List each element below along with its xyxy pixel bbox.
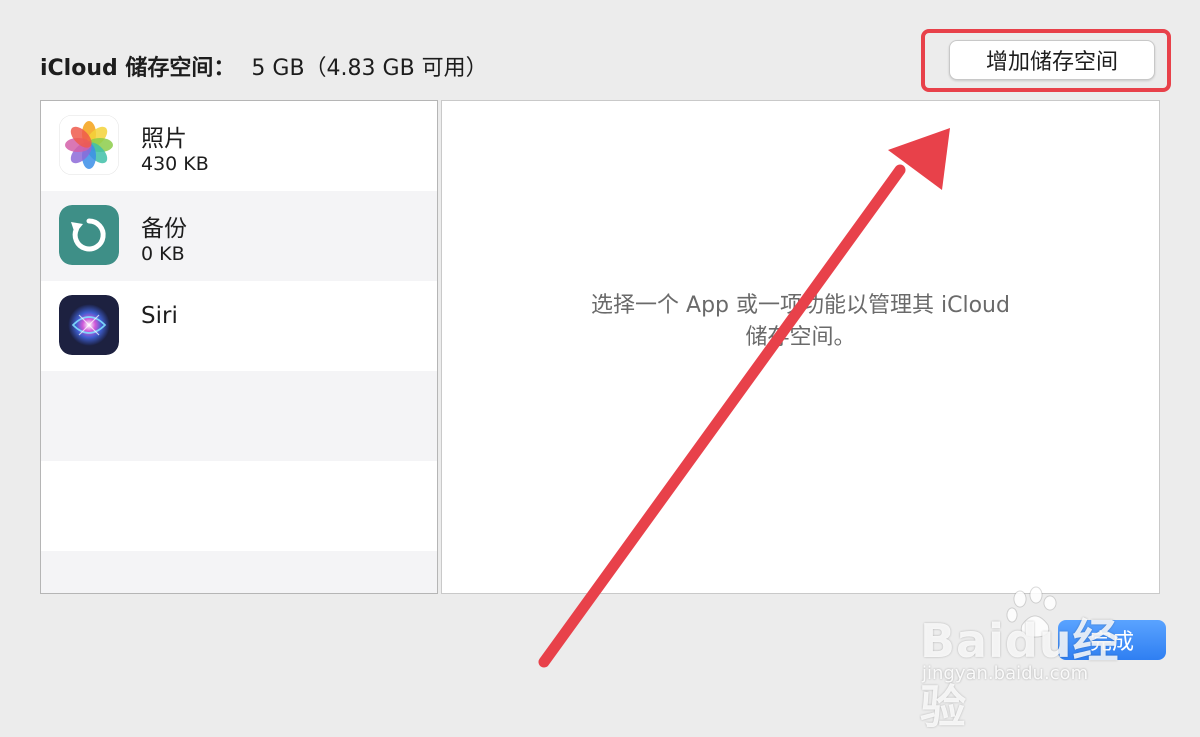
- backup-icon: [59, 205, 119, 265]
- detail-message: 选择一个 App 或一项功能以管理其 iCloud 储存空间。: [591, 293, 1010, 350]
- list-item-photos[interactable]: 照片 430 KB: [41, 101, 437, 191]
- app-list[interactable]: 照片 430 KB 备份 0 KB Siri: [40, 100, 438, 594]
- app-size: 0 KB: [141, 243, 185, 265]
- photos-icon: [59, 115, 119, 175]
- list-item-empty: [41, 461, 437, 551]
- list-item-empty: [41, 371, 437, 461]
- storage-label: iCloud 储存空间：: [40, 56, 236, 81]
- watermark-url: jingyan.baidu.com: [922, 663, 1089, 684]
- app-name: Siri: [141, 303, 178, 329]
- detail-pane: 选择一个 App 或一项功能以管理其 iCloud 储存空间。: [441, 100, 1160, 594]
- storage-summary: iCloud 储存空间： 5 GB（4.83 GB 可用）: [40, 50, 488, 82]
- siri-icon: [59, 295, 119, 355]
- app-size: 430 KB: [141, 153, 209, 175]
- icloud-storage-dialog: iCloud 储存空间： 5 GB（4.83 GB 可用） 增加储存空间 照片 …: [0, 0, 1200, 734]
- done-button[interactable]: 完成: [1058, 620, 1166, 660]
- app-name: 照片: [141, 126, 187, 152]
- list-item-backup[interactable]: 备份 0 KB: [41, 191, 437, 281]
- storage-value: 5 GB（4.83 GB 可用）: [251, 56, 488, 81]
- app-name: 备份: [141, 216, 187, 242]
- list-item-empty: [41, 551, 437, 593]
- list-item-siri[interactable]: Siri: [41, 281, 437, 371]
- add-storage-button[interactable]: 增加储存空间: [949, 40, 1155, 80]
